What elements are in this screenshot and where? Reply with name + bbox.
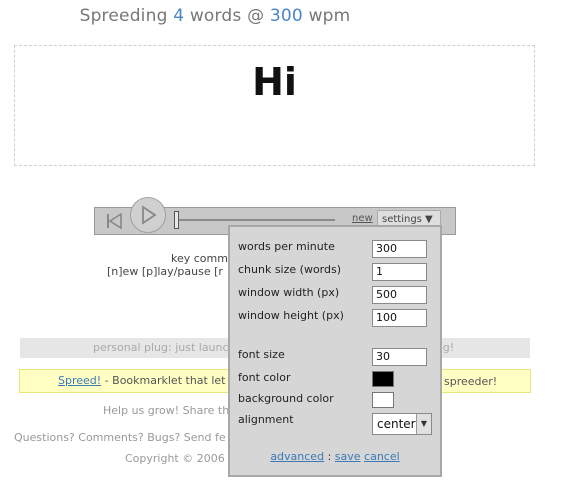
advanced-link[interactable]: advanced	[270, 450, 324, 463]
help-text: Help us grow! Share th	[103, 404, 230, 417]
spreed-header: Spreeding 4 words @ 300 wpm	[0, 6, 430, 26]
progress-handle[interactable]	[174, 211, 179, 229]
new-link[interactable]: new	[352, 213, 373, 224]
play-icon	[142, 205, 157, 225]
font-color-label: font color	[238, 371, 291, 384]
questions-text: Questions? Comments? Bugs? Send fe	[14, 431, 226, 444]
wpm-label: words per minute	[238, 240, 335, 253]
window-width-label: window width (px)	[238, 286, 340, 299]
settings-actions: advanced : save cancel	[230, 450, 440, 463]
header-wpm: 300	[269, 6, 303, 26]
spreed-bookmarklet-link[interactable]: Spreed!	[58, 374, 101, 387]
progress-track[interactable]	[175, 219, 335, 221]
chunk-size-input[interactable]: 1	[372, 263, 427, 281]
window-width-input[interactable]: 500	[372, 286, 427, 304]
reading-display: Hi	[14, 45, 535, 166]
bookmarklet-text-end: spreeder!	[444, 375, 498, 388]
chevron-down-icon: ▼	[416, 414, 431, 434]
alignment-label: alignment	[238, 413, 294, 426]
copyright-text: Copyright © 2006	[125, 452, 225, 465]
header-middle: words @	[189, 6, 265, 26]
font-size-label: font size	[238, 348, 285, 361]
settings-panel: words per minute 300 chunk size (words) …	[228, 225, 442, 477]
chunk-size-label: chunk size (words)	[238, 263, 342, 276]
bookmarklet-text: - Bookmarklet that let	[101, 374, 226, 387]
cancel-link[interactable]: cancel	[364, 450, 400, 463]
wpm-input[interactable]: 300	[372, 240, 427, 258]
alignment-select[interactable]: center ▼	[372, 413, 432, 435]
font-color-swatch[interactable]	[372, 371, 394, 387]
current-word: Hi	[252, 60, 297, 104]
alignment-value: center	[377, 417, 416, 431]
save-link[interactable]: save	[335, 450, 361, 463]
header-suffix: wpm	[308, 6, 351, 26]
window-height-input[interactable]: 100	[372, 309, 427, 327]
background-color-label: background color	[238, 392, 334, 405]
background-color-swatch[interactable]	[372, 392, 394, 408]
header-word-count: 4	[173, 6, 185, 26]
header-prefix: Spreeding	[79, 6, 168, 26]
actions-separator: :	[327, 450, 332, 463]
plug-text: personal plug: just launc	[93, 341, 229, 354]
rewind-icon	[107, 212, 122, 230]
rewind-button[interactable]	[104, 210, 126, 232]
font-size-input[interactable]: 30	[372, 348, 427, 366]
play-button[interactable]	[130, 197, 166, 233]
window-height-label: window height (px)	[238, 309, 344, 322]
